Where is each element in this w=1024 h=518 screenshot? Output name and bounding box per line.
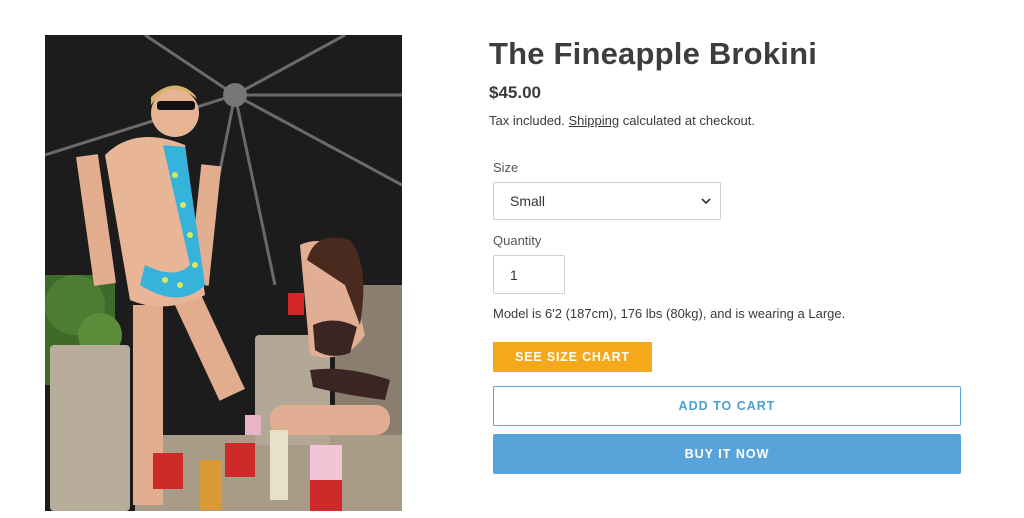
size-select[interactable]: Small [493,182,721,220]
product-title: The Fineapple Brokini [489,36,818,71]
tax-note-prefix: Tax included. [489,113,565,128]
product-price: $45.00 [489,83,541,102]
tax-note: Tax included. Shipping calculated at che… [489,113,755,128]
product-photo-illustration [45,35,402,511]
buy-it-now-button[interactable]: BUY IT NOW [493,434,961,474]
model-size-note: Model is 6'2 (187cm), 176 lbs (80kg), an… [493,306,846,321]
shipping-link[interactable]: Shipping [569,113,620,128]
chevron-down-icon [700,195,712,207]
quantity-label: Quantity [493,233,542,248]
product-image[interactable] [45,35,402,511]
add-to-cart-button[interactable]: ADD TO CART [493,386,961,426]
tax-note-suffix: calculated at checkout. [622,113,755,128]
size-select-value: Small [510,193,546,209]
quantity-value: 1 [510,266,518,283]
see-size-chart-button[interactable]: SEE SIZE CHART [493,342,652,372]
size-label: Size [493,160,519,175]
quantity-input[interactable]: 1 [493,255,565,294]
